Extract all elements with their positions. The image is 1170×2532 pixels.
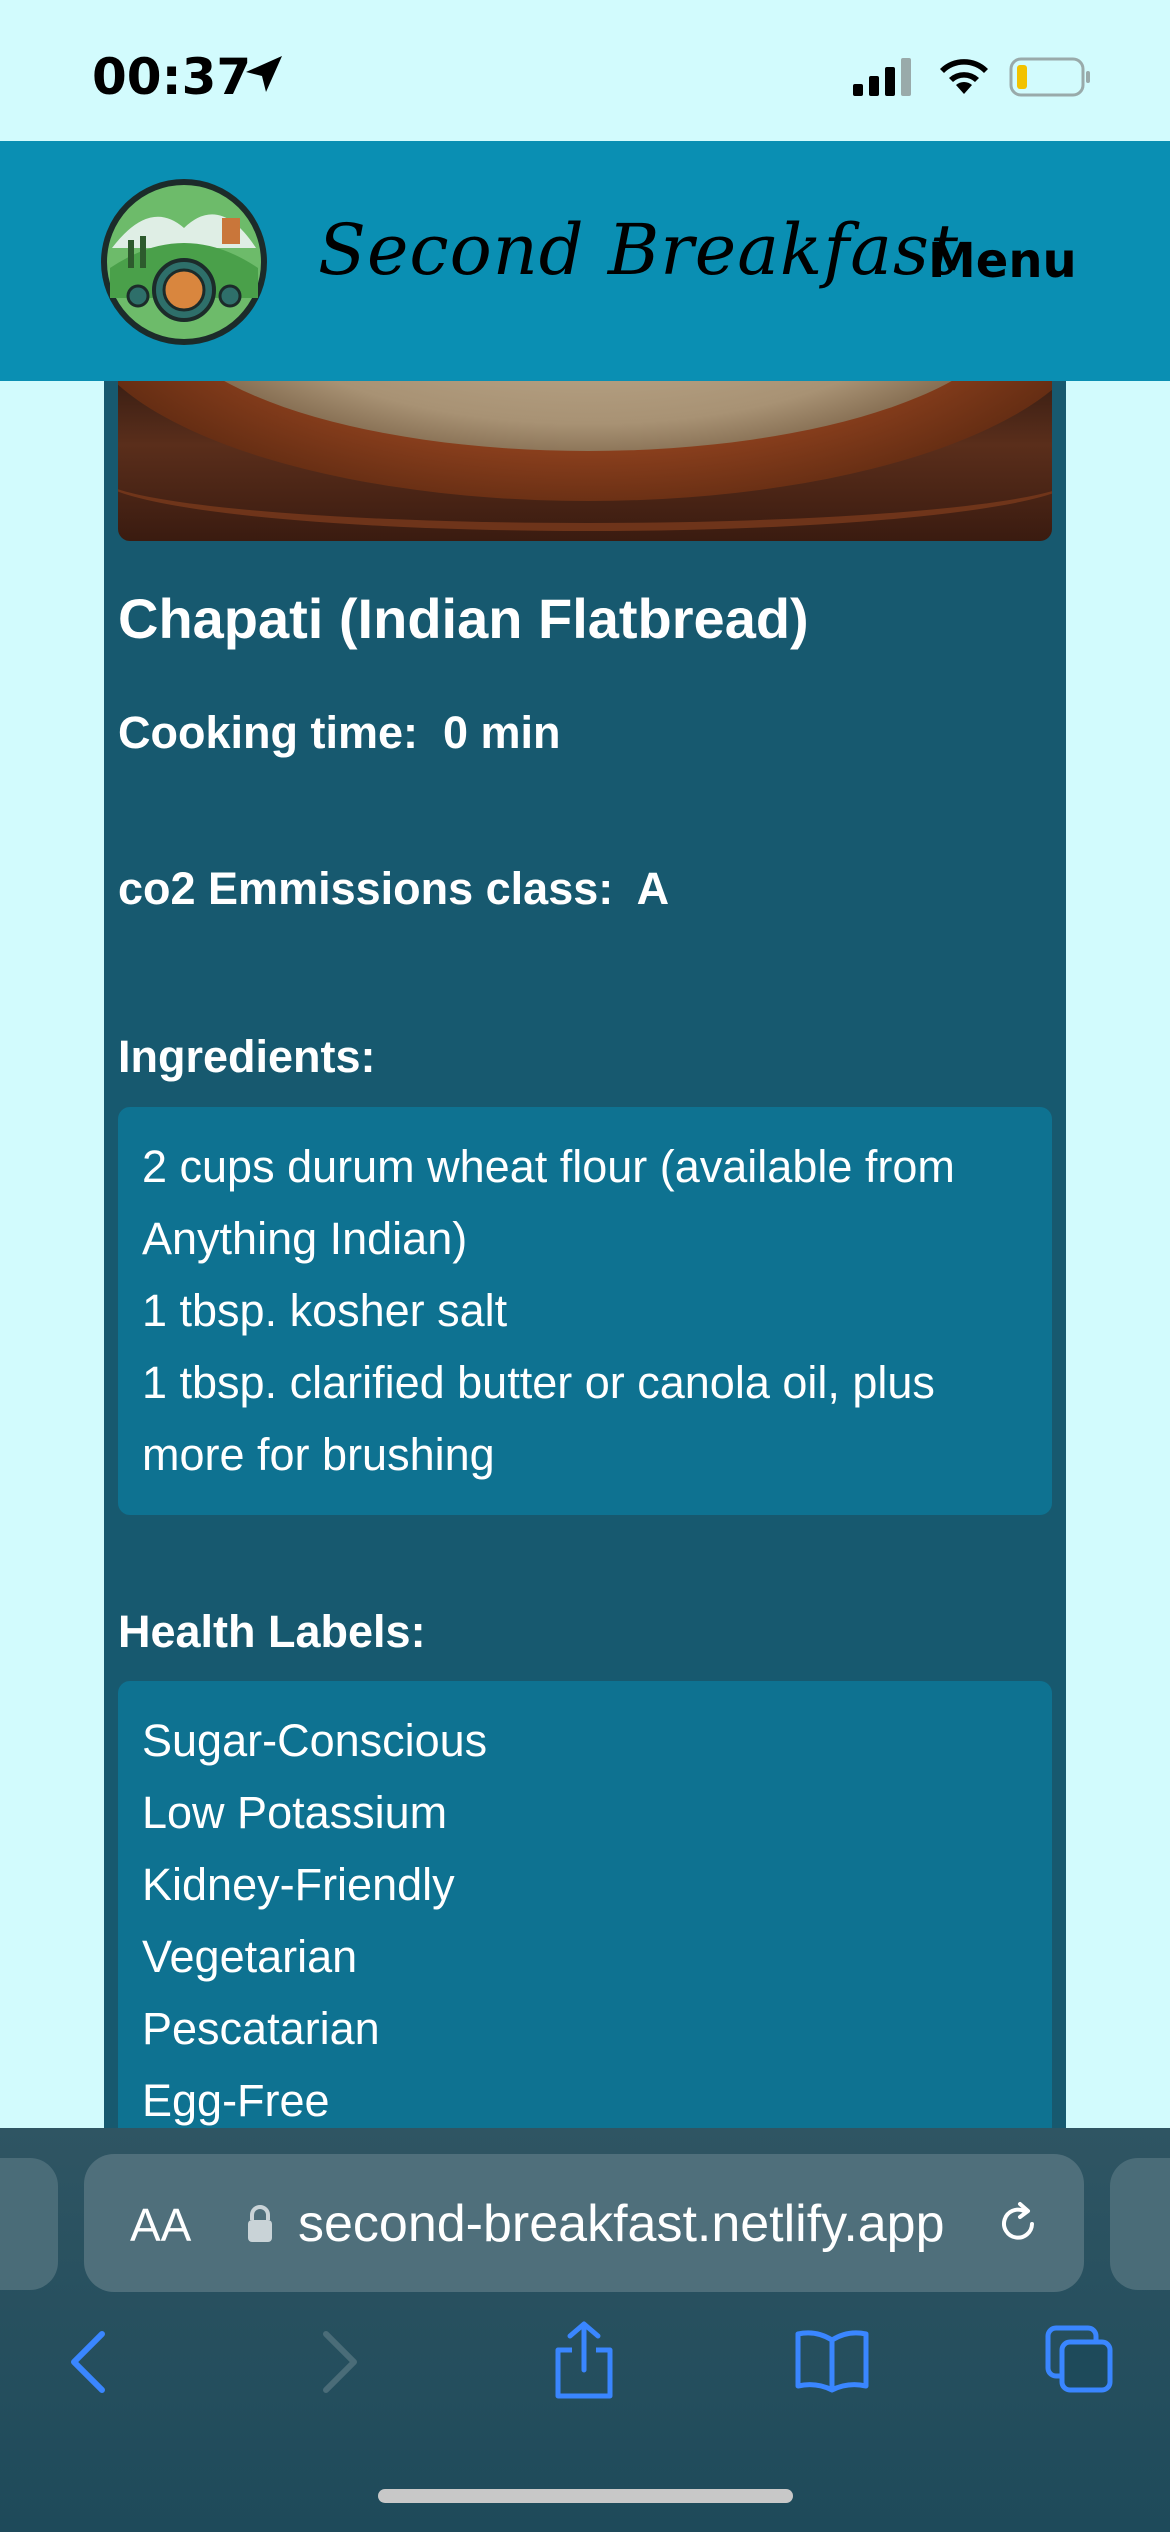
health-labels-heading: Health Labels: <box>118 1606 426 1657</box>
cellular-signal-icon <box>853 58 911 96</box>
tabs-icon[interactable] <box>1044 2324 1114 2394</box>
share-icon[interactable] <box>552 2320 616 2400</box>
recipe-title: Chapati (Indian Flatbread) <box>118 587 809 650</box>
home-indicator[interactable] <box>378 2489 793 2503</box>
chevron-left-icon[interactable] <box>66 2328 110 2396</box>
cooking-time: Cooking time: 0 min <box>118 707 561 759</box>
url-text[interactable]: second-breakfast.netlify.app <box>298 2194 945 2254</box>
address-bar[interactable]: AA second-breakfast.netlify.app <box>84 2154 1084 2292</box>
co2-label: co2 Emmissions class: <box>118 863 614 914</box>
lock-icon <box>248 2205 272 2242</box>
ingredients-list: 2 cups durum wheat flour (available from… <box>118 1107 1052 1515</box>
list-item: Sugar-Conscious <box>142 1715 488 1766</box>
site-header: Second Breakfast Menu <box>0 141 1170 381</box>
location-arrow-icon <box>246 56 282 92</box>
cooking-time-value: 0 min <box>443 707 561 758</box>
hobbit-hole-logo-icon[interactable] <box>100 178 268 346</box>
previous-tab-peek[interactable] <box>0 2158 58 2290</box>
list-item: Pescatarian <box>142 2003 380 2054</box>
cooking-time-label: Cooking time: <box>118 707 418 758</box>
co2-value: A <box>636 863 670 914</box>
list-item: 1 tbsp. kosher salt <box>142 1285 508 1336</box>
browser-toolbar: AA second-breakfast.netlify.app <box>0 2128 1170 2532</box>
status-time: 00:37 <box>92 48 252 106</box>
ingredients-heading: Ingredients: <box>118 1031 376 1082</box>
recipe-image <box>118 381 1052 541</box>
next-tab-peek[interactable] <box>1110 2158 1170 2290</box>
menu-button[interactable]: Menu <box>928 233 1077 289</box>
list-item: 2 cups durum wheat flour (available from… <box>142 1141 955 1264</box>
health-labels-list: Sugar-Conscious Low Potassium Kidney-Fri… <box>118 1681 1052 2141</box>
list-item: Kidney-Friendly <box>142 1859 455 1910</box>
list-item: Low Potassium <box>142 1787 448 1838</box>
status-bar: 00:37 <box>0 0 1170 141</box>
reload-icon[interactable] <box>994 2200 1042 2248</box>
text-size-button[interactable]: AA <box>130 2198 191 2252</box>
wifi-icon <box>940 59 988 94</box>
co2-class: co2 Emmissions class: A <box>118 863 669 915</box>
book-icon[interactable] <box>794 2328 870 2394</box>
chevron-right-icon[interactable] <box>318 2328 362 2396</box>
recipe-card: Chapati (Indian Flatbread) Cooking time:… <box>104 381 1066 2141</box>
battery-low-icon <box>1009 57 1090 97</box>
site-title[interactable]: Second Breakfast <box>318 209 959 291</box>
list-item: Vegetarian <box>142 1931 358 1982</box>
list-item: 1 tbsp. clarified butter or canola oil, … <box>142 1357 935 1480</box>
list-item: Egg-Free <box>142 2075 330 2126</box>
